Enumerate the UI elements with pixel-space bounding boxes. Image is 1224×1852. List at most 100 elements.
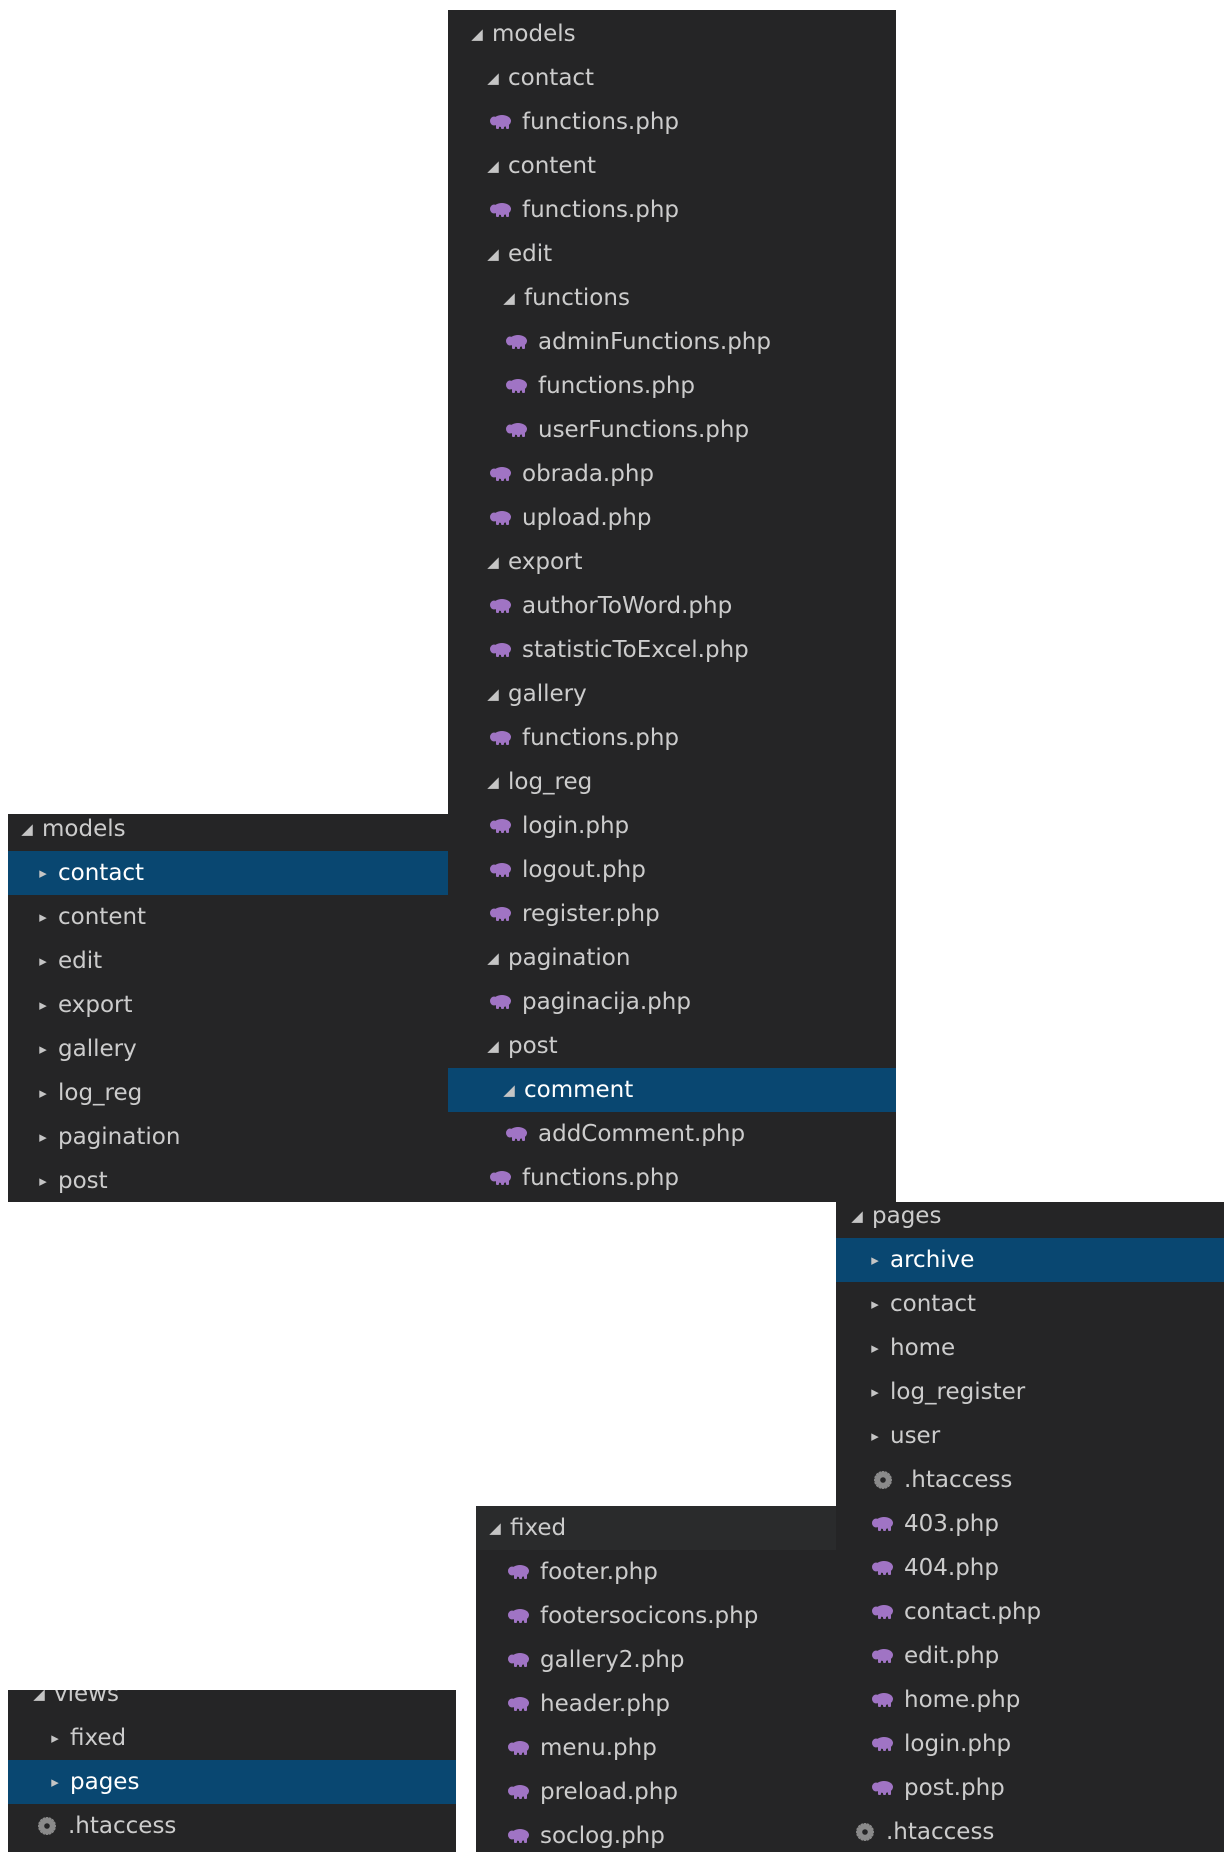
tree-file-obrada-php[interactable]: obrada.php — [448, 452, 896, 496]
chevron-expanded-icon[interactable]: ◢ — [484, 774, 502, 790]
tree-file-login-php[interactable]: login.php — [448, 804, 896, 848]
chevron-expanded-icon[interactable]: ◢ — [468, 26, 486, 42]
tree-file-404-php[interactable]: 404.php — [836, 1546, 1224, 1590]
chevron-collapsed-icon[interactable]: ▸ — [866, 1340, 884, 1356]
tree-folder-pagination[interactable]: ◢ pagination — [448, 936, 896, 980]
tree-folder-export[interactable]: ◢ export — [448, 540, 896, 584]
chevron-expanded-icon[interactable]: ◢ — [484, 246, 502, 262]
tree-item-label: pages — [70, 1769, 140, 1795]
tree-file-edit-php[interactable]: edit.php — [836, 1634, 1224, 1678]
tree-folder-contact[interactable]: ▸ contact — [836, 1282, 1224, 1326]
tree-folder-log-reg[interactable]: ◢ log_reg — [448, 760, 896, 804]
tree-file-gallery2-php[interactable]: gallery2.php — [476, 1638, 836, 1682]
tree-item-label: views — [54, 1690, 119, 1707]
tree-folder-pages[interactable]: ▸ pages — [8, 1760, 456, 1804]
chevron-expanded-icon[interactable]: ◢ — [18, 821, 36, 837]
chevron-expanded-icon[interactable]: ◢ — [848, 1208, 866, 1224]
chevron-collapsed-icon[interactable]: ▸ — [34, 1173, 52, 1189]
chevron-expanded-icon[interactable]: ◢ — [484, 158, 502, 174]
tree-file-register-php[interactable]: register.php — [448, 892, 896, 936]
tree-folder-contact[interactable]: ▸ contact — [8, 851, 448, 895]
tree-folder-archive[interactable]: ▸ archive — [836, 1238, 1224, 1282]
php-elephant-icon — [870, 1603, 896, 1621]
tree-folder-home[interactable]: ▸ home — [836, 1326, 1224, 1370]
tree-item-label: models — [492, 21, 576, 47]
tree-folder-content[interactable]: ▸ content — [8, 895, 448, 939]
tree-folder-pages[interactable]: ◢ pages — [836, 1202, 1224, 1238]
tree-file-footersocicons-php[interactable]: footersocicons.php — [476, 1594, 836, 1638]
chevron-collapsed-icon[interactable]: ▸ — [866, 1252, 884, 1268]
chevron-collapsed-icon[interactable]: ▸ — [46, 1730, 64, 1746]
tree-file-statistictoexcel-php[interactable]: statisticToExcel.php — [448, 628, 896, 672]
chevron-collapsed-icon[interactable]: ▸ — [34, 909, 52, 925]
tree-folder-fixed[interactable]: ▸ fixed — [8, 1716, 456, 1760]
tree-folder-edit[interactable]: ◢ edit — [448, 232, 896, 276]
tree-file-htaccess[interactable]: .htaccess — [836, 1458, 1224, 1502]
tree-file-addcomment-php[interactable]: addComment.php — [448, 1112, 896, 1156]
tree-folder-fixed[interactable]: ◢ fixed — [476, 1506, 836, 1550]
tree-folder-views[interactable]: ◢ views — [8, 1690, 456, 1716]
chevron-collapsed-icon[interactable]: ▸ — [34, 865, 52, 881]
tree-file-functions-php[interactable]: functions.php — [448, 716, 896, 760]
chevron-expanded-icon[interactable]: ◢ — [500, 290, 518, 306]
tree-file-login-php[interactable]: login.php — [836, 1722, 1224, 1766]
tree-file-footer-php[interactable]: footer.php — [476, 1550, 836, 1594]
tree-file-logout-php[interactable]: logout.php — [448, 848, 896, 892]
tree-file-userfunctions-php[interactable]: userFunctions.php — [448, 408, 896, 452]
tree-folder-comment[interactable]: ◢ comment — [448, 1068, 896, 1112]
tree-file-paginacija-php[interactable]: paginacija.php — [448, 980, 896, 1024]
tree-file-authortoword-php[interactable]: authorToWord.php — [448, 584, 896, 628]
chevron-collapsed-icon[interactable]: ▸ — [34, 953, 52, 969]
tree-folder-gallery[interactable]: ▸ gallery — [8, 1027, 448, 1071]
tree-file-403-php[interactable]: 403.php — [836, 1502, 1224, 1546]
tree-file-home-php[interactable]: home.php — [836, 1678, 1224, 1722]
tree-folder-pagination[interactable]: ▸ pagination — [8, 1115, 448, 1159]
tree-file-htaccess[interactable]: .htaccess — [8, 1804, 456, 1848]
tree-folder-log-reg[interactable]: ▸ log_reg — [8, 1071, 448, 1115]
chevron-collapsed-icon[interactable]: ▸ — [34, 1041, 52, 1057]
chevron-collapsed-icon[interactable]: ▸ — [34, 997, 52, 1013]
tree-folder-log-register[interactable]: ▸ log_register — [836, 1370, 1224, 1414]
tree-item-label: gallery2.php — [540, 1647, 685, 1673]
tree-folder-user[interactable]: ▸ user — [836, 1414, 1224, 1458]
tree-file-contact-php[interactable]: contact.php — [836, 1590, 1224, 1634]
tree-item-label: contact — [508, 65, 595, 91]
tree-item-label: contact.php — [904, 1599, 1042, 1625]
chevron-collapsed-icon[interactable]: ▸ — [34, 1085, 52, 1101]
tree-file-header-php[interactable]: header.php — [476, 1682, 836, 1726]
chevron-expanded-icon[interactable]: ◢ — [484, 686, 502, 702]
tree-folder-post[interactable]: ▸ post — [8, 1159, 448, 1202]
tree-file-htaccess[interactable]: .htaccess — [836, 1810, 1224, 1852]
tree-folder-models[interactable]: ◢ models — [448, 12, 896, 56]
tree-file-functions-php[interactable]: functions.php — [448, 188, 896, 232]
tree-folder-post[interactable]: ◢ post — [448, 1024, 896, 1068]
tree-folder-models[interactable]: ◢ models — [8, 814, 448, 851]
chevron-collapsed-icon[interactable]: ▸ — [866, 1296, 884, 1312]
tree-folder-export[interactable]: ▸ export — [8, 983, 448, 1027]
tree-file-upload-php[interactable]: upload.php — [448, 496, 896, 540]
chevron-collapsed-icon[interactable]: ▸ — [46, 1774, 64, 1790]
chevron-expanded-icon[interactable]: ◢ — [500, 1082, 518, 1098]
tree-folder-contact[interactable]: ◢ contact — [448, 56, 896, 100]
tree-file-adminfunctions-php[interactable]: adminFunctions.php — [448, 320, 896, 364]
chevron-collapsed-icon[interactable]: ▸ — [34, 1129, 52, 1145]
tree-folder-gallery[interactable]: ◢ gallery — [448, 672, 896, 716]
chevron-collapsed-icon[interactable]: ▸ — [866, 1384, 884, 1400]
tree-file-functions-php[interactable]: functions.php — [448, 100, 896, 144]
tree-file-soclog-php[interactable]: soclog.php — [476, 1814, 836, 1852]
tree-file-functions-php[interactable]: functions.php — [448, 1156, 896, 1200]
chevron-expanded-icon[interactable]: ◢ — [484, 1038, 502, 1054]
tree-folder-edit[interactable]: ▸ edit — [8, 939, 448, 983]
tree-file-menu-php[interactable]: menu.php — [476, 1726, 836, 1770]
chevron-expanded-icon[interactable]: ◢ — [486, 1520, 504, 1536]
tree-file-preload-php[interactable]: preload.php — [476, 1770, 836, 1814]
chevron-expanded-icon[interactable]: ◢ — [30, 1690, 48, 1702]
chevron-expanded-icon[interactable]: ◢ — [484, 950, 502, 966]
tree-file-post-php[interactable]: post.php — [836, 1766, 1224, 1810]
tree-folder-functions[interactable]: ◢ functions — [448, 276, 896, 320]
chevron-expanded-icon[interactable]: ◢ — [484, 554, 502, 570]
tree-file-functions-php[interactable]: functions.php — [448, 364, 896, 408]
chevron-collapsed-icon[interactable]: ▸ — [866, 1428, 884, 1444]
chevron-expanded-icon[interactable]: ◢ — [484, 70, 502, 86]
tree-folder-content[interactable]: ◢ content — [448, 144, 896, 188]
